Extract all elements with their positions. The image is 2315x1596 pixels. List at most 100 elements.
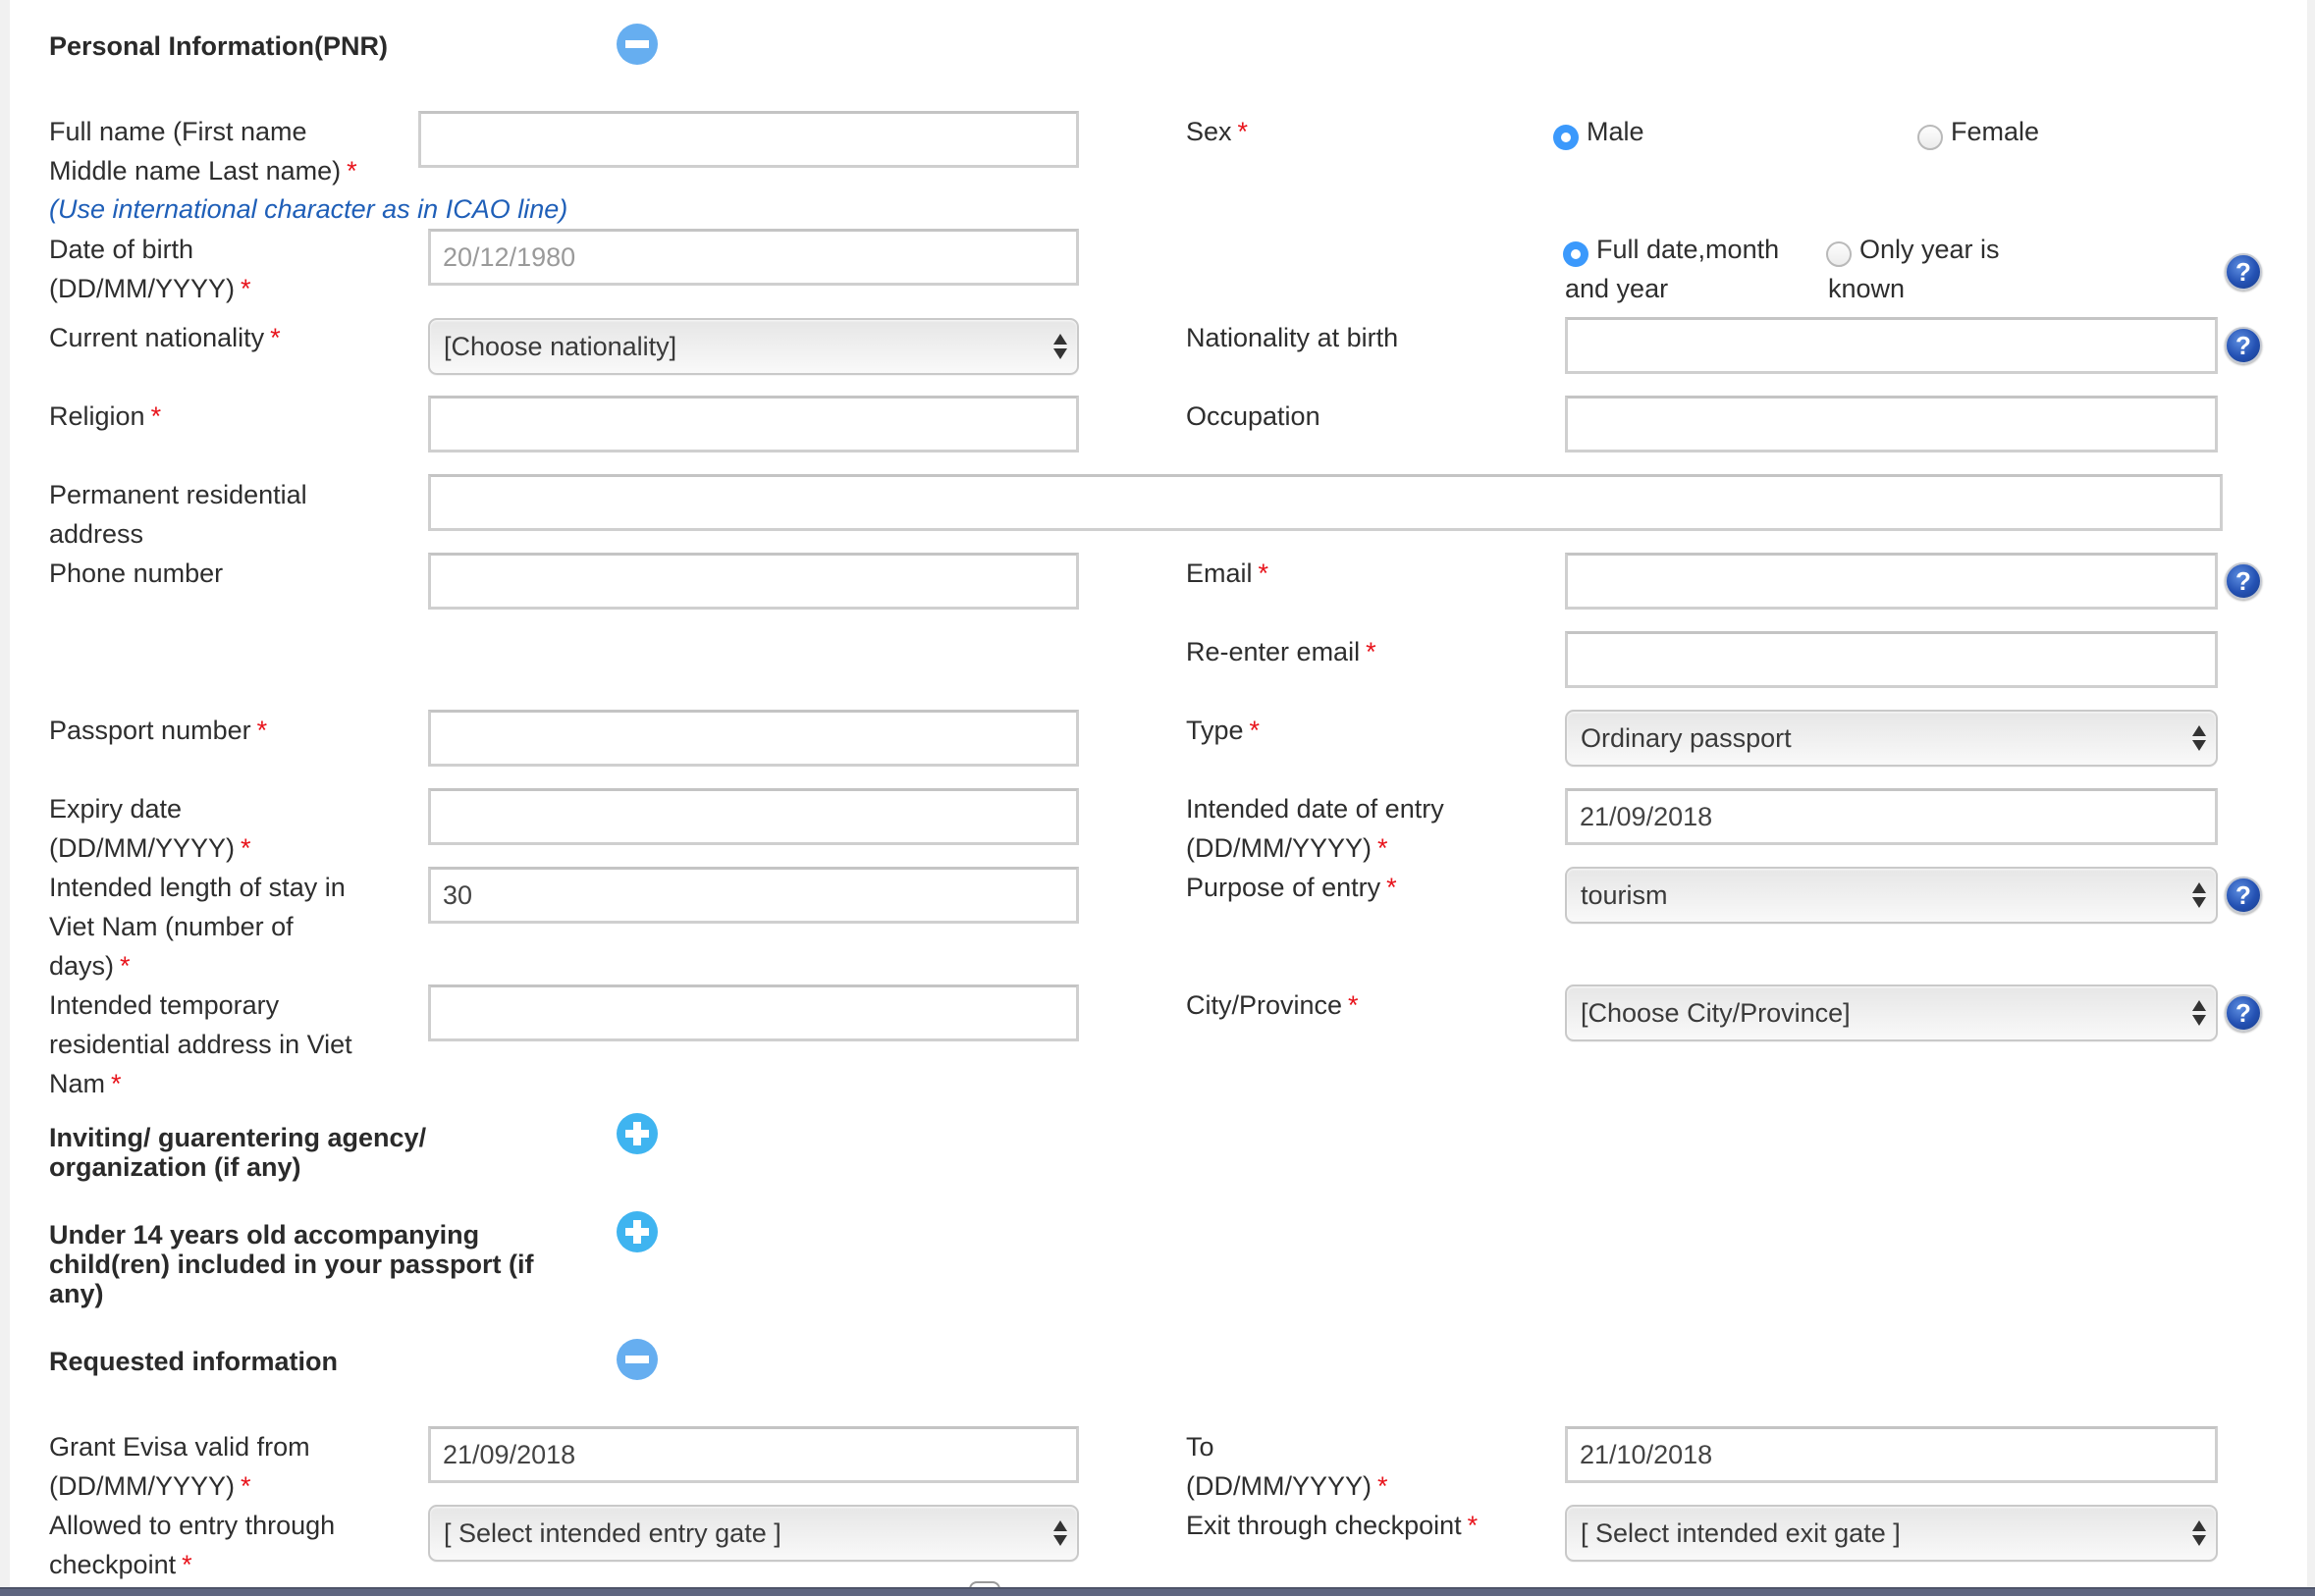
length-of-stay-label-line1: Intended length of stay in xyxy=(49,873,346,902)
dob-full-date-radio[interactable] xyxy=(1563,241,1588,267)
expiry-date-input[interactable] xyxy=(428,788,1079,845)
current-nationality-select[interactable]: [Choose nationality] xyxy=(428,318,1079,375)
dob-full-date-label-line2[interactable]: and year xyxy=(1565,269,1668,308)
up-down-arrows-icon xyxy=(2192,880,2206,910)
religion-label-text: Religion xyxy=(49,401,145,431)
permanent-address-label-line2: address xyxy=(49,519,144,549)
city-help-icon[interactable]: ? xyxy=(2225,994,2262,1032)
permanent-address-input[interactable] xyxy=(428,474,2223,531)
email-label: Email * xyxy=(1186,554,1268,593)
valid-from-label-line1: Grant Evisa valid from xyxy=(49,1432,310,1462)
entry-gate-label-line1: Allowed to entry through xyxy=(49,1511,336,1540)
up-down-arrows-icon xyxy=(1053,1518,1067,1548)
full-name-label-line1: Full name (First name xyxy=(49,117,307,146)
permanent-address-label-line1: Permanent residential xyxy=(49,480,307,509)
entry-gate-label: Allowed to entry through checkpoint * xyxy=(49,1506,335,1584)
required-marker: * xyxy=(1377,833,1388,863)
valid-from-input[interactable] xyxy=(428,1426,1079,1483)
section-title-inviting: Inviting/ guarentering agency/ organizat… xyxy=(49,1123,426,1182)
exit-gate-select[interactable]: [ Select intended exit gate ] xyxy=(1565,1505,2218,1562)
purpose-select[interactable]: tourism xyxy=(1565,867,2218,924)
up-down-arrows-icon xyxy=(2192,723,2206,753)
religion-label: Religion * xyxy=(49,397,161,436)
required-marker: * xyxy=(111,1069,122,1098)
valid-to-input[interactable] xyxy=(1565,1426,2218,1483)
purpose-label-text: Purpose of entry xyxy=(1186,873,1381,902)
entry-date-input[interactable] xyxy=(1565,788,2218,845)
up-down-arrows-icon xyxy=(1053,332,1067,361)
passport-number-input[interactable] xyxy=(428,710,1079,767)
required-marker: * xyxy=(182,1550,192,1579)
city-select[interactable]: [Choose City/Province] xyxy=(1565,984,2218,1041)
sex-female-label[interactable]: Female xyxy=(1951,112,2039,151)
city-value: [Choose City/Province] xyxy=(1581,998,1851,1028)
entry-date-label: Intended date of entry (DD/MM/YYYY) * xyxy=(1186,789,1444,868)
section-title-personal: Personal Information(PNR) xyxy=(49,31,389,61)
collapse-personal-icon[interactable] xyxy=(617,24,658,65)
current-nationality-label: Current nationality * xyxy=(49,318,281,357)
dob-label: Date of birth (DD/MM/YYYY) * xyxy=(49,230,251,308)
section-title-children-line1: Under 14 years old accompanying xyxy=(49,1220,480,1250)
required-marker: * xyxy=(150,401,162,431)
required-marker: * xyxy=(1348,990,1359,1020)
length-of-stay-label-line2: Viet Nam (number of xyxy=(49,912,294,941)
up-down-arrows-icon xyxy=(2192,1518,2206,1548)
expand-inviting-icon[interactable] xyxy=(617,1113,658,1154)
dob-year-only-label-line2[interactable]: known xyxy=(1828,269,1905,308)
required-marker: * xyxy=(1386,873,1397,902)
passport-type-value: Ordinary passport xyxy=(1581,723,1792,753)
required-marker: * xyxy=(1366,637,1376,666)
religion-input[interactable] xyxy=(428,396,1079,452)
sex-female-radio[interactable] xyxy=(1917,125,1943,150)
full-name-label-line2: Middle name Last name) xyxy=(49,156,342,186)
entry-gate-select[interactable]: [ Select intended entry gate ] xyxy=(428,1505,1079,1562)
required-marker: * xyxy=(1467,1511,1479,1540)
purpose-value: tourism xyxy=(1581,880,1668,910)
occupation-label: Occupation xyxy=(1186,401,1320,431)
purpose-help-icon[interactable]: ? xyxy=(2225,877,2262,914)
length-of-stay-label-line3: days) xyxy=(49,951,115,981)
required-marker: * xyxy=(120,951,131,981)
entry-gate-value: [ Select intended entry gate ] xyxy=(444,1518,781,1548)
dob-input[interactable] xyxy=(428,229,1079,286)
city-label: City/Province * xyxy=(1186,985,1359,1025)
dob-full-date-label-line1[interactable]: Full date,month xyxy=(1596,230,1779,269)
current-nationality-label-text: Current nationality xyxy=(49,323,265,352)
reenter-email-label-text: Re-enter email xyxy=(1186,637,1361,666)
valid-to-label-line2: (DD/MM/YYYY) xyxy=(1186,1471,1372,1501)
email-label-text: Email xyxy=(1186,559,1253,588)
passport-type-select[interactable]: Ordinary passport xyxy=(1565,710,2218,767)
valid-from-label: Grant Evisa valid from (DD/MM/YYYY) * xyxy=(49,1427,310,1506)
section-title-children: Under 14 years old accompanying child(re… xyxy=(49,1220,534,1308)
entry-date-label-line2: (DD/MM/YYYY) xyxy=(1186,833,1372,863)
city-label-text: City/Province xyxy=(1186,990,1343,1020)
required-marker: * xyxy=(270,323,281,352)
dob-help-icon[interactable]: ? xyxy=(2225,253,2262,291)
reenter-email-input[interactable] xyxy=(1565,631,2218,688)
occupation-input[interactable] xyxy=(1565,396,2218,452)
full-name-hint: (Use international character as in ICAO … xyxy=(49,194,568,224)
full-name-label: Full name (First name Middle name Last n… xyxy=(49,112,357,190)
valid-from-label-line2: (DD/MM/YYYY) xyxy=(49,1471,235,1501)
dob-label-line1: Date of birth xyxy=(49,235,194,264)
required-marker: * xyxy=(241,274,251,303)
section-title-inviting-line1: Inviting/ guarentering agency/ xyxy=(49,1123,427,1152)
email-help-icon[interactable]: ? xyxy=(2225,562,2262,600)
passport-type-label: Type * xyxy=(1186,711,1260,750)
phone-input[interactable] xyxy=(428,553,1079,610)
expand-children-icon[interactable] xyxy=(617,1211,658,1252)
email-input[interactable] xyxy=(1565,553,2218,610)
sex-male-radio[interactable] xyxy=(1553,125,1579,150)
nationality-at-birth-input[interactable] xyxy=(1565,317,2218,374)
length-of-stay-input[interactable] xyxy=(428,867,1079,924)
nationality-help-icon[interactable]: ? xyxy=(2225,327,2262,364)
dob-year-only-radio[interactable] xyxy=(1826,241,1852,267)
full-name-input[interactable] xyxy=(418,111,1079,168)
sex-male-label[interactable]: Male xyxy=(1587,112,1644,151)
dob-year-only-label-line1[interactable]: Only year is xyxy=(1859,230,2000,269)
required-marker: * xyxy=(256,716,268,745)
up-down-arrows-icon xyxy=(2192,998,2206,1028)
temp-address-input[interactable] xyxy=(428,984,1079,1041)
collapse-requested-icon[interactable] xyxy=(617,1339,658,1380)
valid-to-label-line1: To xyxy=(1186,1432,1214,1462)
